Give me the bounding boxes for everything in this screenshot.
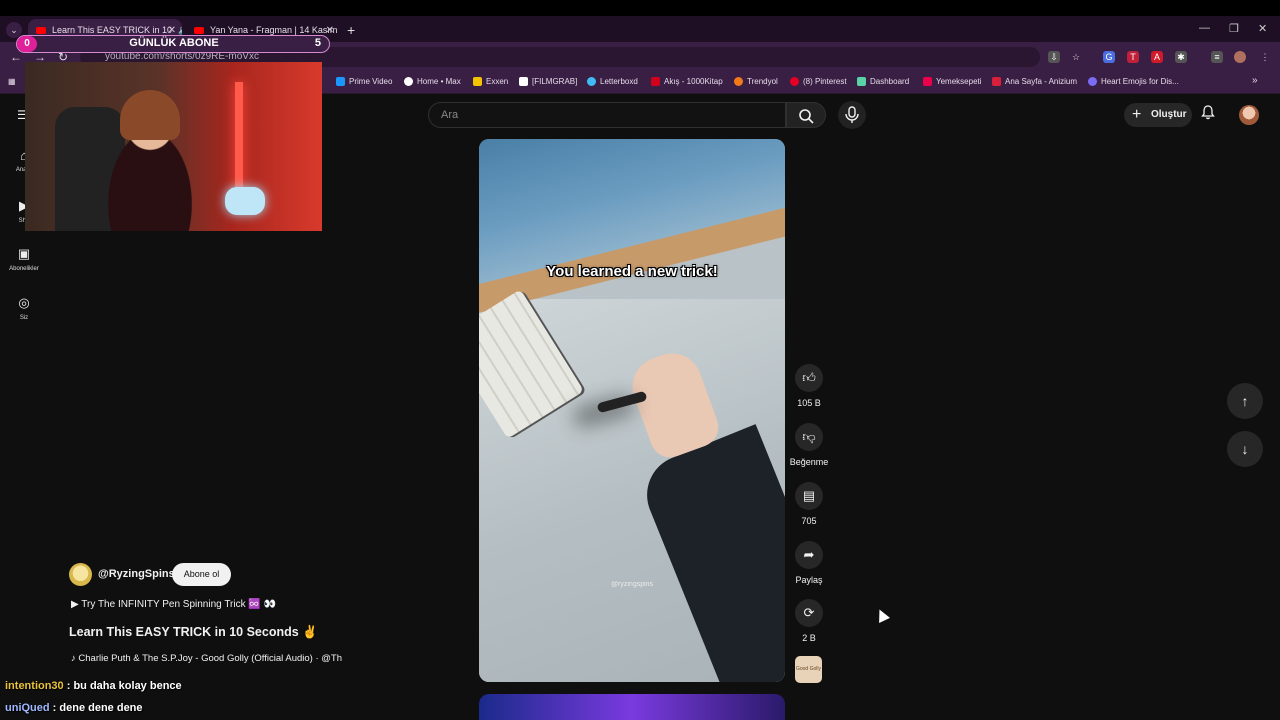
remix-button[interactable]: ⟳ 2 B (787, 599, 831, 643)
maximize-button[interactable]: ❐ (1229, 22, 1239, 35)
bookmark-dashboard[interactable]: Dashboard (857, 77, 909, 86)
channel-name[interactable]: @RyzingSpins (98, 568, 175, 580)
related-video-link[interactable]: ▶ Try The INFINITY Pen Spinning Trick ♾️… (71, 599, 276, 610)
bookmark-anizium[interactable]: Ana Sayfa - Anizium (992, 77, 1077, 86)
close-window-button[interactable]: ✕ (1258, 22, 1267, 35)
profile-avatar-icon[interactable] (1234, 51, 1246, 63)
like-count: 105 B (797, 398, 821, 408)
extensions-puzzle-icon[interactable]: ✱ (1175, 51, 1187, 63)
translate-extension-icon[interactable]: G (1103, 51, 1115, 63)
subscribe-button[interactable]: Abone ol (172, 563, 231, 586)
tab-close-icon[interactable]: ✕ (326, 25, 334, 36)
tab-close-icon[interactable]: ✕ (168, 25, 176, 36)
daily-sub-counter: GÜNLÜK ABONE 0 5 (16, 35, 330, 53)
video-title: Learn This EASY TRICK in 10 Seconds ✌️ (69, 625, 318, 639)
bookmark-max[interactable]: Home • Max (404, 77, 461, 86)
microphone (225, 187, 265, 215)
sidebar-item-label: Siz (19, 315, 29, 321)
more-bookmarks-icon[interactable]: » (1252, 75, 1258, 86)
remix-icon: ⟳ (795, 599, 823, 627)
tab-audio-icon: 🔊 (178, 25, 182, 36)
video-caption: You learned a new trick! (546, 263, 718, 280)
bookmark-1000kitap[interactable]: Akış - 1000Kitap (651, 77, 723, 86)
dislike-button[interactable]: 👎︎ Beğenme (787, 423, 831, 467)
search-input[interactable]: Ara (428, 102, 786, 128)
sub-counter-goal: 5 (314, 37, 321, 49)
extension-red-icon[interactable]: T (1127, 51, 1139, 63)
bookmark-prime-video[interactable]: Prime Video (336, 77, 392, 86)
arrow-up-icon: ↑ (1241, 393, 1249, 409)
share-arrow-icon: ➦ (795, 541, 823, 569)
bookmark-yemeksepeti[interactable]: Yemeksepeti (923, 77, 982, 86)
plus-icon: + (1132, 106, 1142, 123)
arrow-down-icon: ↓ (1241, 441, 1249, 457)
sound-thumbnail[interactable]: Good Golly (795, 656, 822, 683)
sub-counter-current: 0 (17, 36, 37, 52)
comments-button[interactable]: ▤ 705 (787, 482, 831, 526)
share-button[interactable]: ➦ Paylaş (787, 541, 831, 585)
streamer-webcam (25, 62, 322, 231)
thumbs-up-icon: 👍︎ (795, 364, 823, 392)
apps-grid-icon[interactable]: ▦ (8, 77, 16, 86)
create-label: Oluştur (1151, 109, 1187, 120)
neon-light (235, 82, 243, 202)
remix-count: 2 B (802, 633, 816, 643)
browser-menu-icon[interactable]: ⋮ (1259, 51, 1271, 63)
comment-count: 705 (801, 516, 817, 526)
channel-avatar[interactable] (69, 563, 92, 586)
voice-search-button[interactable] (838, 101, 866, 129)
minimize-button[interactable]: — (1199, 22, 1210, 34)
youtube-favicon-icon (194, 26, 204, 34)
next-short-preview[interactable] (479, 694, 785, 720)
search-button[interactable] (786, 102, 826, 128)
chat-text: : bu daha kolay bence (63, 680, 182, 692)
sub-counter-label: GÜNLÜK ABONE (129, 37, 219, 49)
thumbs-down-icon: 👎︎ (795, 423, 823, 451)
you-icon: ◎ (18, 295, 30, 310)
previous-short-button[interactable]: ↑ (1227, 383, 1263, 419)
sidebar-item-label: Abonelikler (9, 266, 39, 272)
comment-icon: ▤ (795, 482, 823, 510)
top-black-bar (0, 0, 1280, 16)
notifications-bell-icon[interactable] (1200, 104, 1216, 123)
mouse-cursor (874, 607, 890, 623)
tab-title: Learn This EASY TRICK in 10 (52, 25, 173, 35)
music-credit[interactable]: ♪ Charlie Puth & The S.P.Joy - Good Goll… (71, 653, 368, 664)
media-controls-icon[interactable]: ≡ (1211, 51, 1223, 63)
tab-title: Yan Yana - Fragman | 14 Kasım (210, 25, 338, 35)
create-button[interactable]: + Oluştur (1124, 103, 1192, 127)
adblock-extension-icon[interactable]: A (1151, 51, 1163, 63)
new-tab-button[interactable]: + (347, 22, 355, 38)
next-short-button[interactable]: ↓ (1227, 431, 1263, 467)
shorts-video-player[interactable]: You learned a new trick! @ryzingspins (479, 139, 785, 682)
dislike-label: Beğenme (789, 457, 829, 467)
bookmark-filmgrab[interactable]: [FILMGRAB] (519, 77, 577, 86)
bookmark-heart-emojis[interactable]: Heart Emojis for Dis... (1088, 77, 1179, 86)
chat-username: intention30 (5, 680, 64, 692)
search-icon (799, 109, 814, 124)
sidebar-item-subscriptions[interactable]: ▣ Abonelikler (0, 246, 48, 272)
bookmark-trendyol[interactable]: Trendyol (734, 77, 778, 86)
video-watermark: @ryzingspins (610, 581, 654, 588)
chat-text: : dene dene dene (49, 702, 143, 714)
bookmark-pinterest[interactable]: (8) Pinterest (790, 77, 847, 86)
install-app-icon[interactable]: ⇩ (1048, 51, 1060, 63)
bookmark-exxen[interactable]: Exxen (473, 77, 508, 86)
share-label: Paylaş (795, 575, 823, 585)
microphone-icon (845, 106, 859, 123)
chat-message: uniQued : dene dene dene (5, 702, 143, 714)
chat-message: intention30 : bu daha kolay bence (5, 680, 182, 692)
youtube-favicon-icon (36, 26, 46, 34)
like-button[interactable]: 👍︎ 105 B (787, 364, 831, 408)
bookmark-star-icon[interactable]: ☆ (1070, 51, 1082, 63)
bookmark-letterboxd[interactable]: Letterboxd (587, 77, 638, 86)
account-avatar[interactable] (1239, 105, 1259, 125)
chat-username: uniQued (5, 702, 50, 714)
sidebar-item-you[interactable]: ◎ Siz (0, 295, 48, 321)
subscriptions-icon: ▣ (17, 246, 31, 261)
